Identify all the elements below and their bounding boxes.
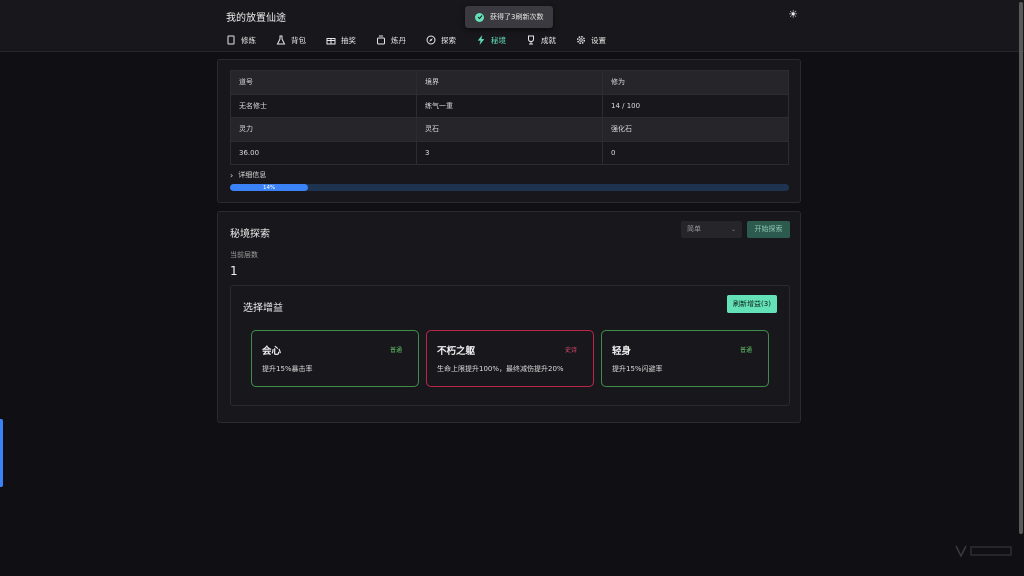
check-circle-icon (475, 12, 484, 22)
toast-text: 获得了3刷新次数 (490, 13, 544, 21)
chevron-right-icon: › (230, 170, 234, 180)
nav-item-settings[interactable]: 设置 (576, 33, 606, 47)
buff-card-immortal-body[interactable]: 不朽之躯 史诗 生命上限提升100%，最终减伤提升20% (426, 330, 594, 387)
stat-header-cultivation: 修为 (602, 70, 789, 95)
nav-item-lottery[interactable]: 抽奖 (326, 33, 356, 47)
player-stats-table: 道号 境界 修为 无名修士 练气一重 14 / 100 灵力 灵石 强化石 36… (230, 70, 789, 165)
toast-notification: 获得了3刷新次数 (465, 6, 553, 28)
compass-icon (426, 35, 436, 45)
buff-selection-panel: 选择增益 刷新增益(3) 会心 普通 提升15%暴击率 不朽之躯 史诗 生命上限… (230, 285, 790, 406)
page-scrollbar[interactable] (1019, 2, 1023, 534)
buff-card-light-body[interactable]: 轻身 普通 提升15%闪避率 (601, 330, 769, 387)
buff-name: 会心 (262, 346, 282, 357)
stat-value-daohao: 无名修士 (230, 93, 417, 118)
nav-item-inventory[interactable]: 背包 (276, 33, 306, 47)
floor-label: 当前层数 (230, 251, 258, 259)
stat-header-realm: 境界 (416, 70, 603, 95)
progress-label: 14% (263, 184, 276, 191)
nav-item-cultivate[interactable]: 修炼 (226, 33, 256, 47)
cultivation-progress-bar: 14% (230, 184, 789, 191)
details-toggle[interactable]: › 详细信息 (230, 170, 266, 180)
stat-value-realm: 练气一重 (416, 93, 603, 118)
gift-icon (326, 35, 336, 45)
stat-value-cultivation: 14 / 100 (602, 93, 789, 118)
progress-fill: 14% (230, 184, 309, 191)
theme-toggle-sun-icon[interactable]: ☀ (787, 9, 799, 21)
start-explore-button[interactable]: 开始探索 (747, 221, 790, 238)
buff-rarity: 史诗 (564, 347, 577, 354)
trophy-icon (526, 35, 536, 45)
buff-desc: 提升15%暴击率 (262, 365, 313, 373)
player-stats-card: 道号 境界 修为 无名修士 练气一重 14 / 100 灵力 灵石 强化石 36… (217, 59, 801, 203)
nav-item-label: 探索 (441, 35, 456, 45)
nav-item-secret-realm[interactable]: 秘境 (476, 33, 506, 47)
stat-value-spirit-stone: 3 (416, 140, 603, 165)
floor-value: 1 (230, 264, 238, 278)
nav-item-label: 炼丹 (391, 35, 406, 45)
nav-item-explore[interactable]: 探索 (426, 33, 456, 47)
stat-value-enhance-stone: 0 (602, 140, 789, 165)
side-drawer-tab[interactable] (0, 419, 3, 487)
buff-desc: 生命上限提升100%，最终减伤提升20% (437, 365, 564, 373)
difficulty-value: 简单 (687, 225, 701, 233)
nav-item-label: 成就 (541, 35, 556, 45)
app-title: 我的放置仙途 (226, 13, 286, 24)
nav-item-label: 设置 (591, 35, 606, 45)
refresh-buffs-button[interactable]: 刷新增益(3) (727, 295, 777, 313)
stat-header-enhance-stone: 强化石 (602, 117, 789, 142)
nav-item-label: 秘境 (491, 35, 506, 45)
buff-rarity: 普通 (739, 347, 752, 354)
buff-name: 不朽之躯 (437, 346, 476, 357)
stat-header-daohao: 道号 (230, 70, 417, 95)
section-title: 秘境探索 (230, 229, 270, 240)
details-label: 详细信息 (238, 171, 267, 179)
main-nav: 修炼 背包 抽奖 炼丹 探索 秘境 成就 设置 (226, 33, 626, 47)
buff-desc: 提升15%闪避率 (612, 365, 663, 373)
buff-card-crit[interactable]: 会心 普通 提升15%暴击率 (251, 330, 419, 387)
watermark-logo (955, 544, 1015, 558)
difficulty-select[interactable]: 简单 ⌄ (681, 221, 742, 238)
nav-item-achievements[interactable]: 成就 (526, 33, 556, 47)
chevron-down-icon: ⌄ (730, 226, 736, 233)
nav-item-label: 抽奖 (341, 35, 356, 45)
stat-header-spirit-power: 灵力 (230, 117, 417, 142)
buff-name: 轻身 (612, 346, 632, 357)
book-icon (226, 35, 236, 45)
buff-rarity: 普通 (389, 347, 402, 354)
nav-item-label: 背包 (291, 35, 306, 45)
stat-header-spirit-stone: 灵石 (416, 117, 603, 142)
flask-icon (276, 35, 286, 45)
lightning-icon (476, 35, 486, 45)
nav-item-label: 修炼 (241, 35, 256, 45)
nav-item-alchemy[interactable]: 炼丹 (376, 33, 406, 47)
buff-title: 选择增益 (243, 303, 283, 314)
secret-realm-card: 秘境探索 简单 ⌄ 开始探索 当前层数 1 选择增益 刷新增益(3) 会心 普通… (217, 211, 801, 423)
stat-value-spirit-power: 36.00 (230, 140, 417, 165)
cauldron-icon (376, 35, 386, 45)
gear-icon (576, 35, 586, 45)
